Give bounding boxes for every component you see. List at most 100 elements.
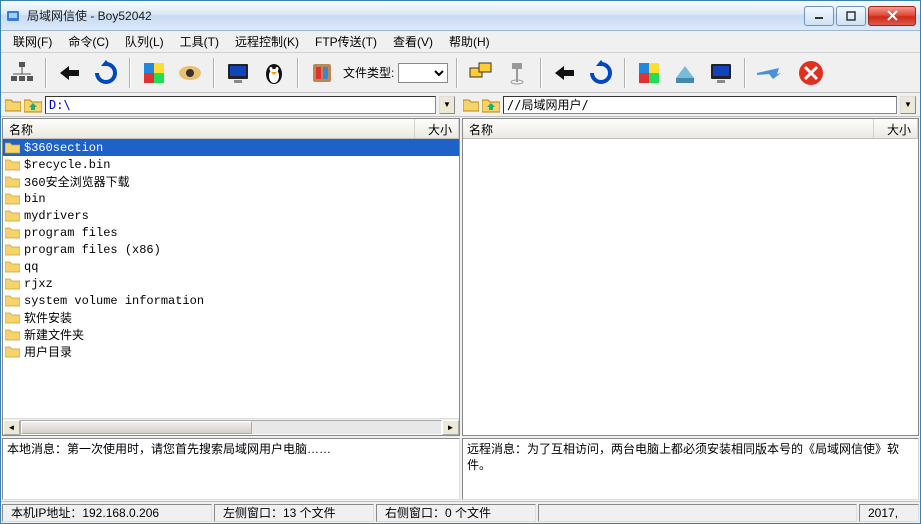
folder-icon	[5, 175, 20, 188]
scan-icon[interactable]	[502, 58, 532, 88]
file-row[interactable]: $360section	[3, 139, 459, 156]
left-message: 本地消息：第一次使用时，请您首先搜索局域网用户电脑……	[2, 438, 460, 500]
app-window: 局域网信使 - Boy52042 联网(F) 命令(C) 队列(L) 工具(T)…	[0, 0, 921, 524]
transfer-right-icon[interactable]	[550, 58, 580, 88]
status-year: 2017,	[859, 504, 919, 522]
file-row[interactable]: rjxz	[3, 275, 459, 292]
file-name: program files (x86)	[24, 243, 374, 257]
status-left-count: 左侧窗口：13 个文件	[214, 504, 374, 522]
col-name[interactable]: 名称	[3, 119, 415, 138]
scroll-right-arrow[interactable]: ►	[442, 420, 459, 435]
status-spacer	[538, 504, 857, 522]
file-name: system volume information	[24, 294, 374, 308]
file-name: 新建文件夹	[24, 326, 374, 343]
file-row[interactable]: system volume information	[3, 292, 459, 309]
left-file-list[interactable]: $360section $recycle.bin360安全浏览器下载 bin mydr…	[3, 139, 459, 418]
file-row[interactable]: qq	[3, 258, 459, 275]
menu-tools[interactable]: 工具(T)	[174, 31, 225, 52]
file-name: $recycle.bin	[24, 158, 374, 172]
filetype-filter: 文件类型:	[343, 63, 448, 83]
menu-network[interactable]: 联网(F)	[7, 31, 58, 52]
filetype-select[interactable]	[398, 63, 448, 83]
file-name: 软件安装	[24, 309, 374, 326]
left-path-dropdown[interactable]: ▼	[439, 96, 455, 114]
folder-icon	[5, 260, 20, 273]
up-folder-icon[interactable]	[482, 97, 500, 113]
panes: 名称 大小 $360section $recycle.bin360安全浏览器下载 b…	[1, 117, 920, 501]
file-name: bin	[24, 192, 374, 206]
folder-icon	[5, 192, 20, 205]
right-message: 远程消息：为了互相访问，两台电脑上都必须安装相同版本号的《局域网信使》软件。	[462, 438, 919, 500]
menu-queue[interactable]: 队列(L)	[119, 31, 170, 52]
minimize-button[interactable]	[804, 6, 834, 26]
cancel-icon[interactable]	[796, 58, 826, 88]
folder-icon	[5, 345, 20, 358]
left-message-text: 本地消息：第一次使用时，请您首先搜索局域网用户电脑……	[7, 442, 331, 456]
col-name[interactable]: 名称	[463, 119, 874, 138]
file-name: mydrivers	[24, 209, 374, 223]
folder-icon	[5, 158, 20, 171]
folder-icon	[5, 209, 20, 222]
status-right-count: 右侧窗口：0 个文件	[376, 504, 536, 522]
folder-icon	[5, 277, 20, 290]
file-row[interactable]: 用户目录	[3, 343, 459, 360]
menu-view[interactable]: 查看(V)	[387, 31, 439, 52]
folder-icon	[5, 98, 21, 112]
right-column-header: 名称 大小	[463, 119, 918, 139]
right-file-list[interactable]	[463, 139, 918, 435]
network-tree-icon[interactable]	[7, 58, 37, 88]
file-row[interactable]: 360安全浏览器下载	[3, 173, 459, 190]
folder-icon	[5, 141, 20, 154]
right-path-dropdown[interactable]: ▼	[900, 96, 916, 114]
menu-command[interactable]: 命令(C)	[62, 31, 115, 52]
close-button[interactable]	[868, 6, 916, 26]
color-right-icon[interactable]	[634, 58, 664, 88]
plane-icon[interactable]	[754, 58, 784, 88]
folder-icon	[5, 311, 20, 324]
menu-help[interactable]: 帮助(H)	[443, 31, 496, 52]
file-name: rjxz	[24, 277, 374, 291]
menu-ftp[interactable]: FTP传送(T)	[309, 31, 383, 52]
left-hscroll[interactable]: ◄ ►	[3, 418, 459, 435]
up-folder-icon[interactable]	[24, 97, 42, 113]
left-path-input[interactable]	[45, 96, 436, 114]
file-name: 360安全浏览器下载	[24, 173, 374, 190]
left-column-header: 名称 大小	[3, 119, 459, 139]
file-row[interactable]: bin	[3, 190, 459, 207]
color-icon[interactable]	[139, 58, 169, 88]
file-row[interactable]: 新建文件夹	[3, 326, 459, 343]
disk-icon[interactable]	[670, 58, 700, 88]
monitor-icon[interactable]	[223, 58, 253, 88]
penguin-icon[interactable]	[259, 58, 289, 88]
right-addrbar: ▼	[459, 93, 920, 116]
filetype-label: 文件类型:	[343, 64, 394, 81]
file-row[interactable]: program files (x86)	[3, 241, 459, 258]
tools-icon[interactable]	[307, 58, 337, 88]
computers-icon[interactable]	[466, 58, 496, 88]
col-size[interactable]: 大小	[874, 119, 918, 138]
file-row[interactable]: 软件安装	[3, 309, 459, 326]
address-bars: ▼ ▼	[1, 93, 920, 117]
file-name: $360section	[24, 141, 374, 155]
folder-icon	[463, 98, 479, 112]
status-ip: 本机IP地址：192.168.0.206	[2, 504, 212, 522]
col-size[interactable]: 大小	[415, 119, 459, 138]
eye-icon[interactable]	[175, 58, 205, 88]
window-buttons	[804, 6, 916, 26]
file-row[interactable]: $recycle.bin	[3, 156, 459, 173]
right-path-input[interactable]	[503, 96, 897, 114]
file-row[interactable]: mydrivers	[3, 207, 459, 224]
folder-icon	[5, 294, 20, 307]
monitor-right-icon[interactable]	[706, 58, 736, 88]
menu-remote[interactable]: 远程控制(K)	[229, 31, 305, 52]
refresh-right-icon[interactable]	[586, 58, 616, 88]
maximize-button[interactable]	[836, 6, 866, 26]
toolbar-right	[466, 58, 826, 88]
app-icon	[5, 8, 21, 24]
transfer-icon[interactable]	[55, 58, 85, 88]
file-name: 用户目录	[24, 343, 374, 360]
file-row[interactable]: program files	[3, 224, 459, 241]
refresh-icon[interactable]	[91, 58, 121, 88]
statusbar: 本机IP地址：192.168.0.206 左侧窗口：13 个文件 右侧窗口：0 …	[1, 501, 920, 523]
scroll-left-arrow[interactable]: ◄	[3, 420, 20, 435]
